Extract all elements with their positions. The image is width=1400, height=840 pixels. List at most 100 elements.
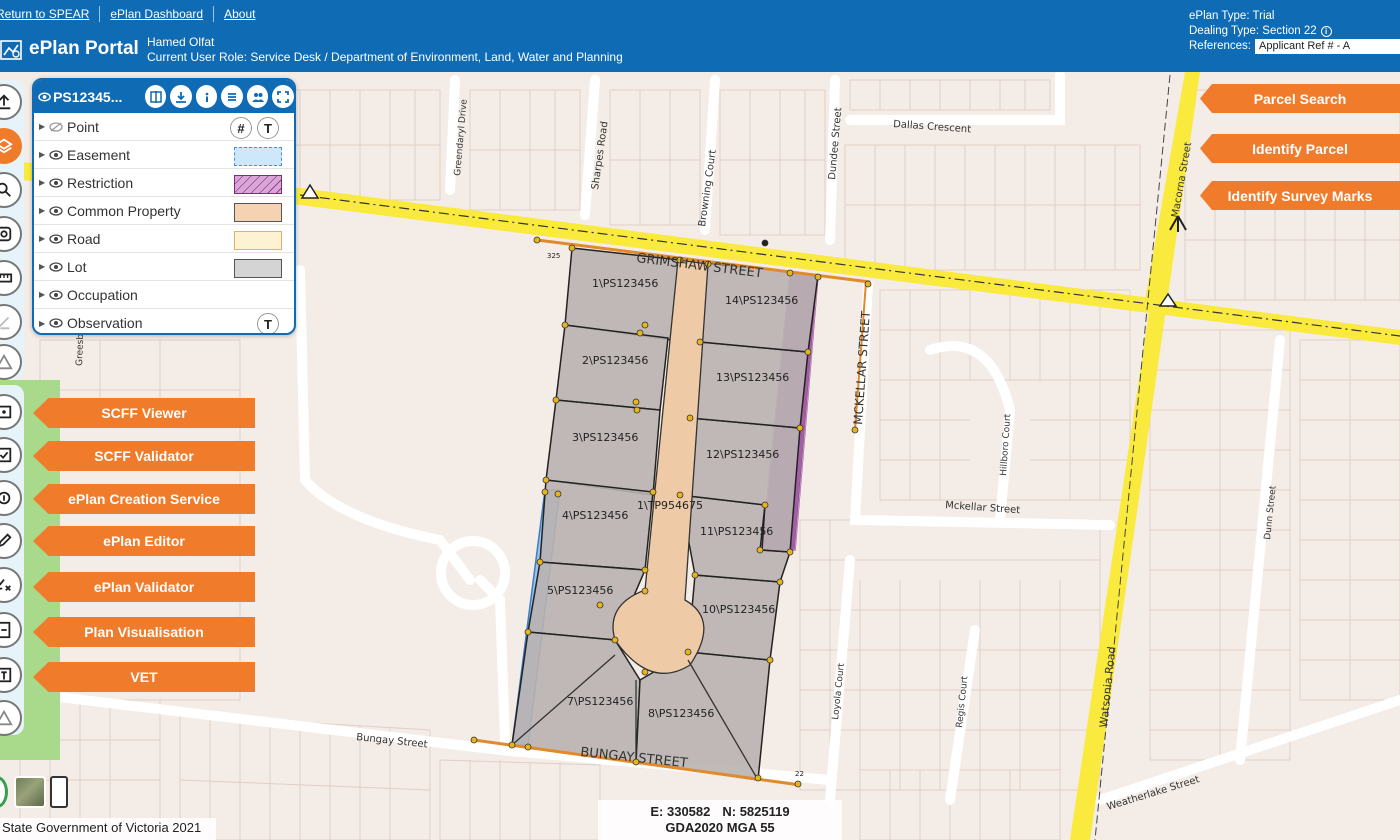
- hash-symbol-button[interactable]: #: [230, 117, 252, 139]
- eye-icon[interactable]: [49, 177, 63, 188]
- layer-label: Easement: [67, 146, 131, 163]
- basemap-toggle-plain[interactable]: [50, 776, 68, 808]
- vet-button[interactable]: VET: [33, 662, 255, 692]
- lot-label: 10\PS123456: [702, 603, 775, 616]
- info-circle-icon: [205, 92, 209, 102]
- scff-validator-button[interactable]: SCFF Validator: [33, 441, 255, 471]
- info-icon[interactable]: i: [1320, 26, 1332, 37]
- eye-icon[interactable]: [38, 92, 51, 102]
- coordinate-readout: E: 330582 N: 5825119 GDA2020 MGA 55: [598, 800, 842, 840]
- expand-caret-icon[interactable]: ▶: [39, 262, 47, 271]
- lot-label: 5\PS123456: [547, 584, 613, 597]
- eplan-dashboard-link[interactable]: ePlan Dashboard: [100, 6, 215, 22]
- layers-icon: [0, 138, 13, 154]
- references-label: References:: [1189, 40, 1252, 52]
- expand-caret-icon[interactable]: ▶: [39, 178, 47, 187]
- info-button[interactable]: [195, 85, 218, 108]
- layer-row-point[interactable]: ▶ Point # T: [34, 113, 294, 141]
- brand-title: ePlan Portal: [29, 38, 139, 59]
- layer-row-restriction[interactable]: ▶ Restriction: [34, 169, 294, 197]
- datum-label: GDA2020 MGA 55: [665, 820, 775, 835]
- layer-row-observation[interactable]: ▶ Observation T: [34, 309, 294, 333]
- viewer-icon: [0, 405, 12, 419]
- expand-caret-icon[interactable]: ▶: [39, 319, 47, 328]
- warning-icon: [0, 353, 13, 370]
- about-link[interactable]: About: [214, 6, 265, 22]
- users-icon: [251, 92, 264, 102]
- lot-label: 3\PS123456: [572, 431, 638, 444]
- eplan-logo-icon: [0, 40, 22, 60]
- locate-icon: [0, 226, 12, 242]
- ruler-icon: [0, 273, 13, 283]
- layer-label: Lot: [67, 258, 87, 275]
- refresh-icon: [0, 491, 11, 505]
- easting-value: E: 330582: [650, 804, 711, 819]
- common-property-label: 1\TP954675: [637, 499, 703, 512]
- layer-row-easement[interactable]: ▶ Easement: [34, 141, 294, 169]
- eye-icon[interactable]: [49, 205, 63, 216]
- layer-row-common-property[interactable]: ▶ Common Property: [34, 197, 294, 225]
- eye-icon[interactable]: [49, 318, 63, 328]
- layer-panel: PS12345... ▶ Point # T ▶ Easement ▶ Rest…: [32, 78, 296, 335]
- eye-off-icon[interactable]: [49, 121, 63, 132]
- dealing-type: Dealing Type: Section 22: [1189, 25, 1317, 37]
- fullscreen-button[interactable]: [272, 85, 294, 108]
- copyright-footer: State Government of Victoria 2021: [0, 818, 216, 840]
- parcel-search-button[interactable]: Parcel Search: [1200, 84, 1400, 113]
- restriction-swatch: [234, 175, 282, 194]
- warning-icon: [0, 709, 13, 726]
- plan-name[interactable]: PS12345...: [53, 89, 141, 105]
- references-field[interactable]: Applicant Ref # - A: [1255, 39, 1400, 54]
- text-tool-icon: [0, 667, 12, 683]
- expand-caret-icon[interactable]: ▶: [39, 234, 47, 243]
- return-to-spear-link[interactable]: Return to SPEAR: [0, 6, 101, 22]
- header-bar: Return to SPEAR ePlan Dashboard About eP…: [0, 0, 1400, 72]
- eplan-type: ePlan Type: Trial: [1189, 10, 1275, 22]
- eye-icon[interactable]: [49, 233, 63, 244]
- compare-button[interactable]: [144, 85, 167, 108]
- eye-icon[interactable]: [49, 261, 63, 272]
- layer-label: Road: [67, 230, 101, 247]
- plan-visualisation-button[interactable]: Plan Visualisation: [33, 617, 255, 647]
- expand-caret-icon[interactable]: ▶: [39, 290, 47, 299]
- layer-label: Common Property: [67, 202, 181, 219]
- common-property-swatch: [234, 203, 282, 222]
- expand-caret-icon[interactable]: ▶: [39, 122, 47, 131]
- lot-label: 11\PS123456: [700, 525, 773, 538]
- plan-meta: ePlan Type: Trial Dealing Type: Section …: [1189, 9, 1400, 54]
- user-role: Current User Role: Service Desk / Depart…: [147, 50, 623, 64]
- lot-number: 325: [547, 252, 560, 260]
- basemap-toggle-aerial[interactable]: [14, 776, 46, 808]
- eplan-validator-button[interactable]: ePlan Validator: [33, 572, 255, 602]
- list-button[interactable]: [221, 85, 243, 108]
- lot-number: 22: [795, 770, 804, 778]
- identify-survey-marks-button[interactable]: Identify Survey Marks: [1200, 181, 1400, 210]
- eye-icon[interactable]: [49, 149, 63, 160]
- expand-caret-icon[interactable]: ▶: [39, 150, 47, 159]
- lot-label: 2\PS123456: [582, 354, 648, 367]
- layer-row-lot[interactable]: ▶ Lot: [34, 253, 294, 281]
- identify-parcel-button[interactable]: Identify Parcel: [1200, 134, 1400, 163]
- checklist-icon: [0, 447, 12, 463]
- eye-icon[interactable]: [49, 289, 63, 300]
- expand-caret-icon[interactable]: ▶: [39, 206, 47, 215]
- text-symbol-button[interactable]: T: [257, 313, 279, 333]
- layer-label: Restriction: [67, 174, 134, 191]
- scff-viewer-button[interactable]: SCFF Viewer: [33, 398, 255, 428]
- lot-label: 4\PS123456: [562, 509, 628, 522]
- upload-icon: [0, 94, 11, 110]
- lot-label: 14\PS123456: [725, 294, 798, 307]
- pencil-icon: [0, 533, 12, 547]
- lot-label: 13\PS123456: [716, 371, 789, 384]
- fullscreen-icon: [277, 90, 290, 103]
- eplan-creation-service-button[interactable]: ePlan Creation Service: [33, 484, 255, 514]
- users-button[interactable]: [246, 85, 269, 108]
- layer-row-occupation[interactable]: ▶ Occupation: [34, 281, 294, 309]
- lot-label: 1\PS123456: [592, 277, 658, 290]
- download-button[interactable]: [170, 85, 192, 108]
- layer-label: Occupation: [67, 286, 138, 303]
- layer-row-road[interactable]: ▶ Road: [34, 225, 294, 253]
- top-links: Return to SPEAR ePlan Dashboard About: [0, 6, 265, 22]
- text-symbol-button[interactable]: T: [257, 117, 279, 139]
- eplan-editor-button[interactable]: ePlan Editor: [33, 526, 255, 556]
